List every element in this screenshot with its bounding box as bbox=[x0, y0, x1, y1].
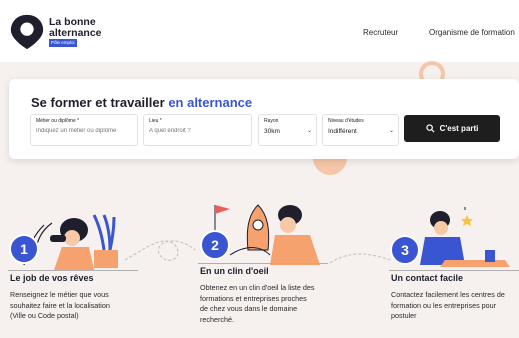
place-input[interactable] bbox=[149, 128, 244, 134]
step-2-description: Obtenez en un clin d'oeil la liste des f… bbox=[200, 283, 314, 325]
step-number-2: 2 bbox=[200, 230, 230, 260]
level-select[interactable]: Niveau d'études Indifférent ⌄ bbox=[322, 114, 399, 146]
radius-value: 30km bbox=[264, 128, 280, 135]
hero-title-accent: en alternance bbox=[168, 95, 253, 110]
chevron-down-icon: ⌄ bbox=[388, 128, 394, 134]
step-2-title: En un clin d'oeil bbox=[200, 266, 269, 276]
job-input[interactable] bbox=[36, 128, 136, 134]
step-1-desc-line: souhaitez faire et la localisation bbox=[10, 300, 110, 310]
step-3-divider bbox=[389, 270, 519, 271]
header: La bonne alternance Pôle emploi Recruteu… bbox=[0, 0, 519, 62]
step-3-desc-line: postuler bbox=[391, 311, 417, 320]
step-1-title: Le job de vos rêves bbox=[10, 273, 94, 283]
step-2-desc-line: formations et entreprises proches bbox=[200, 293, 307, 303]
step-1-description: Renseignez le métier que vous souhaitez … bbox=[10, 290, 110, 322]
step-1-desc-line: Renseignez le métier que vous bbox=[10, 290, 109, 299]
step-number-3: 3 bbox=[390, 235, 420, 265]
hero-title: Se former et travailler en alternance bbox=[31, 95, 252, 110]
step-number-1: 1 bbox=[9, 234, 39, 264]
step-2-desc-line: recherché. bbox=[200, 314, 234, 324]
step-3-title: Un contact facile bbox=[391, 273, 464, 283]
brand-name[interactable]: La bonne alternance bbox=[49, 17, 102, 39]
search-icon bbox=[425, 124, 435, 133]
nav-link-organisme-de-formation[interactable]: Organisme de formation bbox=[429, 28, 515, 37]
brand-line-2: alternance bbox=[49, 27, 102, 39]
radius-select[interactable]: Rayon 30km ⌄ bbox=[258, 114, 317, 146]
nav-link-recruteur[interactable]: Recruteur bbox=[363, 28, 398, 37]
step-3-illustration bbox=[420, 207, 510, 267]
place-field-label: Lieu * bbox=[149, 118, 162, 124]
job-field[interactable]: Métier ou diplôme * bbox=[30, 114, 138, 146]
step-3-desc-line: Contactez facilement les centres de bbox=[391, 290, 505, 299]
job-field-label: Métier ou diplôme * bbox=[36, 118, 80, 124]
search-button-label: C'est parti bbox=[439, 124, 479, 133]
step-1-divider bbox=[8, 270, 138, 271]
radius-label: Rayon bbox=[264, 118, 279, 124]
search-button[interactable]: C'est parti bbox=[404, 115, 500, 142]
step-2-desc-line: de chez vous dans le domaine bbox=[200, 304, 298, 313]
place-field[interactable]: Lieu * bbox=[143, 114, 252, 146]
hero-title-part1: Se former et travailler bbox=[31, 95, 165, 110]
step-3-description: Contactez facilement les centres de form… bbox=[391, 290, 505, 322]
step-2-divider bbox=[198, 263, 328, 264]
location-pin-icon[interactable] bbox=[8, 13, 46, 51]
brand-badge: Pôle emploi bbox=[49, 39, 77, 47]
step-3-desc-line: formation ou les entreprises pour bbox=[391, 300, 497, 310]
level-label: Niveau d'études bbox=[328, 118, 364, 124]
step-1-desc-line: (Ville ou Code postal) bbox=[10, 311, 79, 320]
level-value: Indifférent bbox=[328, 128, 357, 135]
chevron-down-icon: ⌄ bbox=[306, 128, 312, 134]
step-2-desc-line: Obtenez en un clin d'oeil la liste des bbox=[200, 283, 315, 292]
